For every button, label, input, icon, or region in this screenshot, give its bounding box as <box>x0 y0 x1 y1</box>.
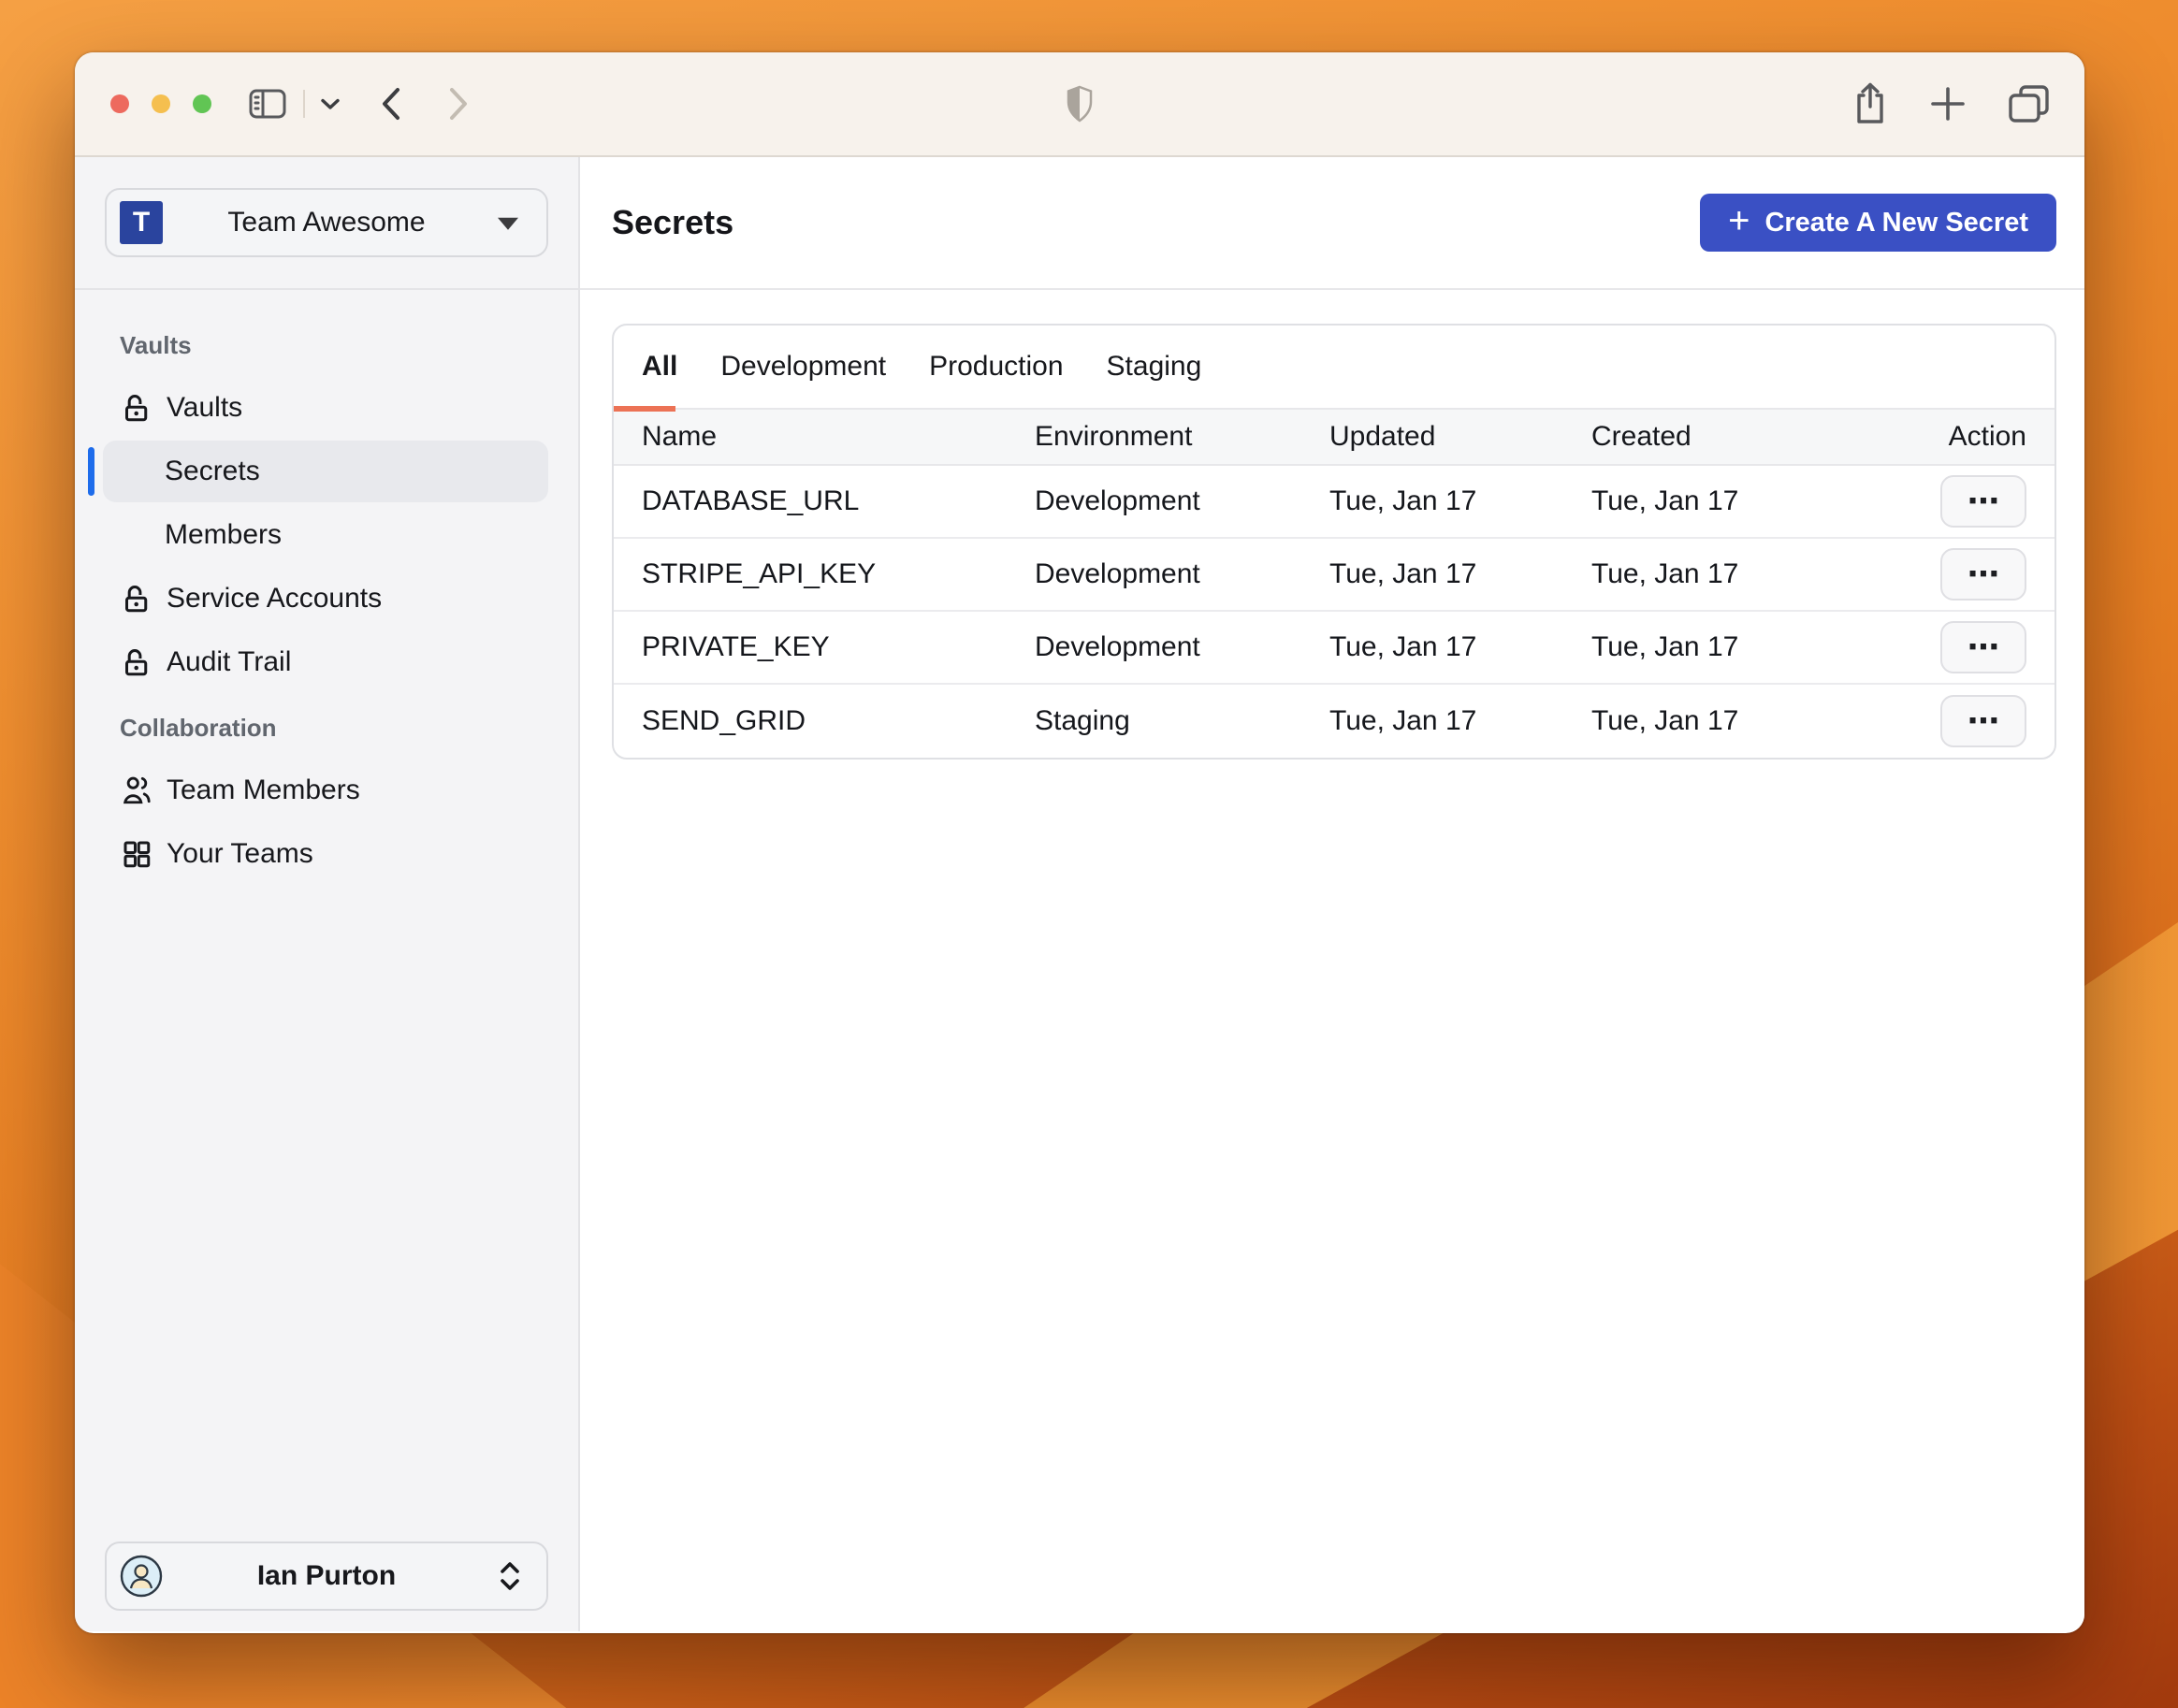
table-row[interactable]: STRIPE_API_KEY Development Tue, Jan 17 T… <box>614 539 2055 612</box>
lock-open-icon <box>120 645 153 679</box>
shield-icon <box>1066 85 1094 123</box>
sidebar-item-your-teams[interactable]: Your Teams <box>103 823 548 885</box>
minimize-window-button[interactable] <box>152 94 170 113</box>
table-body: DATABASE_URL Development Tue, Jan 17 Tue… <box>614 466 2055 758</box>
sidebar: T Team Awesome Vaults Vaults Secrets Mem… <box>75 157 580 1631</box>
plus-icon: + <box>1728 199 1750 241</box>
sidebar-item-label: Service Accounts <box>167 583 383 614</box>
sidebar-section: Collaboration Team Members Your Teams <box>75 714 578 885</box>
column-header-created: Created <box>1591 421 1692 452</box>
sidebar-toggle-icon[interactable] <box>249 89 286 119</box>
app-window: T Team Awesome Vaults Vaults Secrets Mem… <box>75 52 2084 1633</box>
column-header-environment: Environment <box>1035 421 1193 452</box>
sidebar-item-audit-trail[interactable]: Audit Trail <box>103 631 548 693</box>
team-avatar: T <box>120 201 163 244</box>
created-cell: Tue, Jan 17 <box>1591 705 1739 736</box>
updated-cell: Tue, Jan 17 <box>1329 485 1477 516</box>
sidebar-item-label: Vaults <box>167 392 243 423</box>
forward-icon[interactable] <box>447 86 470 122</box>
row-actions-button[interactable]: ⋯ <box>1940 548 2026 601</box>
updated-cell: Tue, Jan 17 <box>1329 705 1477 736</box>
page-title: Secrets <box>612 203 734 241</box>
table-row[interactable]: DATABASE_URL Development Tue, Jan 17 Tue… <box>614 466 2055 539</box>
tab-staging[interactable]: Staging <box>1107 351 1202 383</box>
tab-all[interactable]: All <box>642 351 677 383</box>
grid-icon <box>120 837 153 871</box>
lock-open-icon <box>120 391 153 425</box>
dropdown-triangle-icon <box>498 217 518 230</box>
secret-name-cell: DATABASE_URL <box>642 485 860 516</box>
row-actions-button[interactable]: ⋯ <box>1940 695 2026 747</box>
created-cell: Tue, Jan 17 <box>1591 485 1739 516</box>
user-name: Ian Purton <box>256 1560 397 1591</box>
create-button-label: Create A New Secret <box>1764 207 2028 238</box>
secret-name-cell: STRIPE_API_KEY <box>642 558 877 589</box>
sidebar-section-label: Collaboration <box>120 714 277 742</box>
content-area: All Development Production Staging Name Envi… <box>580 290 2084 1631</box>
sidebar-nav: Vaults Vaults Secrets Members Service Ac… <box>75 290 578 1631</box>
updated-cell: Tue, Jan 17 <box>1329 558 1477 589</box>
new-tab-icon[interactable] <box>1929 85 1967 123</box>
up-down-chevrons-icon <box>498 1560 522 1592</box>
column-header-action: Action <box>1948 421 2026 452</box>
environment-cell: Staging <box>1035 705 1130 736</box>
sidebar-item-vaults[interactable]: Vaults <box>103 377 548 439</box>
secret-name-cell: PRIVATE_KEY <box>642 631 830 662</box>
sidebar-item-members[interactable]: Members <box>103 504 548 566</box>
tab-overview-icon[interactable] <box>2008 84 2051 123</box>
sidebar-item-label: Members <box>165 519 283 550</box>
desktop-wallpaper: T Team Awesome Vaults Vaults Secrets Mem… <box>0 0 2178 1708</box>
user-selector[interactable]: Ian Purton <box>105 1542 548 1611</box>
row-actions-button[interactable]: ⋯ <box>1940 475 2026 528</box>
tab-production[interactable]: Production <box>929 351 1063 383</box>
secret-name-cell: SEND_GRID <box>642 705 806 736</box>
create-new-secret-button[interactable]: + Create A New Secret <box>1700 194 2056 252</box>
sidebar-item-label: Secrets <box>165 456 260 486</box>
column-header-updated: Updated <box>1329 421 1436 452</box>
close-window-button[interactable] <box>110 94 129 113</box>
back-icon[interactable] <box>380 86 402 122</box>
table-row[interactable]: PRIVATE_KEY Development Tue, Jan 17 Tue,… <box>614 612 2055 685</box>
traffic-lights <box>110 94 211 113</box>
user-avatar-icon <box>120 1555 163 1598</box>
zoom-window-button[interactable] <box>193 94 211 113</box>
team-name: Team Awesome <box>227 207 426 238</box>
sidebar-item-label: Your Teams <box>167 838 313 869</box>
environment-cell: Development <box>1035 558 1200 589</box>
window-toolbar <box>75 52 2084 157</box>
table-header: Name Environment Updated Created Action <box>614 410 2055 466</box>
sidebar-section-label: Vaults <box>120 331 192 359</box>
table-row[interactable]: SEND_GRID Staging Tue, Jan 17 Tue, Jan 1… <box>614 685 2055 758</box>
created-cell: Tue, Jan 17 <box>1591 631 1739 662</box>
sidebar-item-label: Audit Trail <box>167 646 292 677</box>
column-header-name: Name <box>642 421 718 452</box>
tab-development[interactable]: Development <box>720 351 886 383</box>
updated-cell: Tue, Jan 17 <box>1329 631 1477 662</box>
row-actions-button[interactable]: ⋯ <box>1940 621 2026 673</box>
created-cell: Tue, Jan 17 <box>1591 558 1739 589</box>
sidebar-section: Vaults Vaults Secrets Members Service Ac… <box>75 331 578 693</box>
environment-cell: Development <box>1035 631 1200 662</box>
environment-tabs: All Development Production Staging <box>614 326 2055 412</box>
sidebar-item-service-accounts[interactable]: Service Accounts <box>103 568 548 630</box>
chevron-down-icon[interactable] <box>320 97 341 110</box>
environment-cell: Development <box>1035 485 1200 516</box>
users-icon <box>120 774 153 807</box>
sidebar-header: T Team Awesome <box>75 157 578 290</box>
sidebar-item-team-members[interactable]: Team Members <box>103 760 548 821</box>
lock-open-icon <box>120 582 153 615</box>
main-header: Secrets + Create A New Secret <box>580 157 2084 290</box>
sidebar-item-secrets[interactable]: Secrets <box>88 441 548 502</box>
main-panel: Secrets + Create A New Secret All Develop… <box>580 157 2084 1631</box>
share-icon[interactable] <box>1852 81 1888 126</box>
team-selector[interactable]: T Team Awesome <box>105 188 548 257</box>
toolbar-divider <box>303 90 305 118</box>
secrets-card: All Development Production Staging Name Envi… <box>612 324 2056 760</box>
sidebar-item-label: Team Members <box>167 774 360 805</box>
